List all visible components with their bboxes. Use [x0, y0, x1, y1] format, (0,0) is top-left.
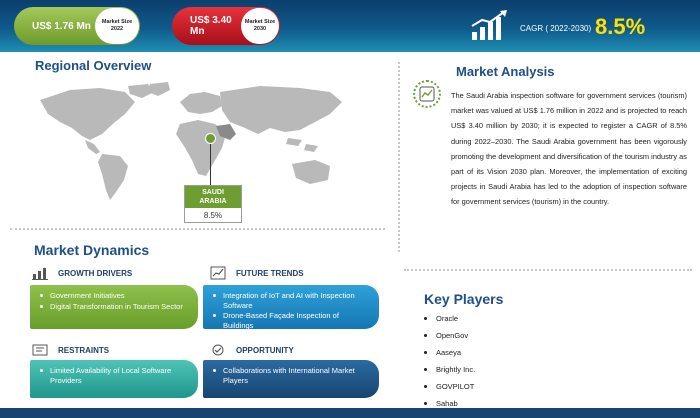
market-analysis-body: The Saudi Arabia inspection software for…	[451, 91, 687, 207]
region-marker	[205, 133, 216, 144]
list-item: Collaborations with International Market…	[213, 366, 371, 385]
list-item: Drone-Based Façade Inspection of Buildin…	[213, 311, 371, 330]
bullet-icon	[213, 294, 216, 297]
future-trend-text: Integration of IoT and AI with Inspectio…	[223, 291, 355, 310]
market-size-2030-value: US$ 3.40 Mn	[190, 15, 232, 37]
player-name: Sahab	[436, 399, 458, 408]
region-name-line2: ARABIA	[199, 198, 227, 205]
badge-year: 2022	[110, 26, 124, 32]
list-item: Government Initiatives	[40, 291, 190, 301]
cagr-value: 8.5%	[595, 14, 646, 39]
list-item: OpenGov	[424, 327, 475, 344]
bullet-icon	[424, 334, 427, 337]
future-trend-text: Drone-Based Façade Inspection of Buildin…	[223, 311, 339, 330]
bullet-icon	[424, 368, 427, 371]
market-size-2030-pill: US$ 3.40 Mn Market Size 2030	[172, 7, 280, 45]
bullet-icon	[213, 314, 216, 317]
footer-band	[0, 408, 700, 418]
list-item: Brightly Inc.	[424, 361, 475, 378]
growth-driver-text: Digital Transformation in Tourism Sector	[50, 301, 183, 311]
growth-chart-icon	[471, 10, 507, 40]
bullet-icon	[40, 304, 43, 308]
bullet-icon	[424, 351, 427, 354]
list-item: Limited Availability of Local Software P…	[40, 366, 190, 385]
market-analysis-title: Market Analysis	[456, 64, 555, 79]
header-banner: US$ 1.76 Mn Market Size 2022 US$ 3.40 Mn…	[0, 0, 700, 52]
bullet-icon	[213, 369, 216, 372]
player-name: GOVPILOT	[436, 382, 475, 391]
list-item: Digital Transformation in Tourism Sector	[40, 302, 190, 312]
list-item: Oracle	[424, 310, 475, 327]
badge-label: Market Size	[244, 19, 276, 25]
saudi-arabia-tag: SAUDI ARABIA 8.5%	[184, 185, 242, 223]
bullet-icon	[424, 402, 427, 405]
player-name: OpenGov	[436, 331, 469, 340]
growth-driver-text: Government Initiatives	[50, 291, 125, 300]
bullet-icon	[424, 317, 427, 320]
opportunity-box: Collaborations with International Market…	[203, 360, 379, 398]
left-horizontal-divider	[10, 228, 385, 230]
market-size-2030-badge: Market Size 2030	[241, 8, 279, 44]
bar-growth-icon	[32, 268, 48, 280]
world-map	[40, 82, 342, 200]
market-size-2022-badge: Market Size 2022	[95, 8, 139, 44]
vertical-divider	[398, 62, 400, 252]
restraints-box: Limited Availability of Local Software P…	[30, 360, 198, 398]
restraint-icon	[32, 344, 48, 356]
restraints-label: RESTRAINTS	[58, 345, 110, 355]
trend-chart-icon	[210, 266, 226, 280]
market-size-2022-pill: US$ 1.76 Mn Market Size 2022	[14, 7, 140, 45]
restraint-text: Limited Availability of Local Software P…	[50, 366, 172, 385]
badge-year: 2030	[253, 26, 267, 32]
growth-drivers-header: GROWTH DRIVERS	[32, 266, 132, 280]
right-horizontal-divider	[404, 269, 692, 271]
region-cagr: 8.5%	[203, 211, 223, 220]
opportunity-icon	[212, 344, 224, 356]
chart-analysis-icon	[413, 80, 441, 108]
list-item: Aaseya	[424, 344, 475, 361]
region-name: SAUDI ARABIA	[185, 186, 241, 208]
growth-drivers-label: GROWTH DRIVERS	[58, 268, 133, 278]
future-trends-header: FUTURE TRENDS	[210, 266, 304, 280]
region-name-line1: SAUDI	[202, 189, 224, 196]
list-item: Integration of IoT and AI with Inspectio…	[213, 291, 371, 310]
badge-label: Market Size	[101, 19, 133, 25]
bullet-icon	[40, 294, 43, 297]
opportunity-label: OPPORTUNITY	[236, 345, 294, 355]
future-trends-box: Integration of IoT and AI with Inspectio…	[203, 285, 379, 330]
key-players-list: Oracle OpenGov Aaseya Brightly Inc. GOVP…	[424, 310, 475, 412]
player-name: Aaseya	[436, 348, 462, 357]
opportunity-header: OPPORTUNITY	[210, 343, 294, 357]
market-size-2022-value: US$ 1.76 Mn	[32, 20, 91, 32]
region-connector-line	[210, 142, 211, 186]
regional-overview-title: Regional Overview	[35, 58, 152, 73]
key-players-title: Key Players	[424, 291, 504, 307]
bullet-icon	[424, 385, 427, 388]
player-name: Brightly Inc.	[436, 365, 476, 374]
opportunity-text: Collaborations with International Market…	[223, 366, 355, 385]
player-name: Oracle	[436, 314, 459, 323]
list-item: GOVPILOT	[424, 378, 475, 395]
growth-drivers-box: Government Initiatives Digital Transform…	[30, 285, 198, 329]
market-dynamics-title: Market Dynamics	[34, 242, 150, 258]
future-trends-label: FUTURE TRENDS	[236, 268, 304, 278]
cagr-label: CAGR ( 2022-2030)	[520, 24, 592, 33]
restraints-header: RESTRAINTS	[32, 343, 109, 357]
bullet-icon	[40, 369, 43, 372]
